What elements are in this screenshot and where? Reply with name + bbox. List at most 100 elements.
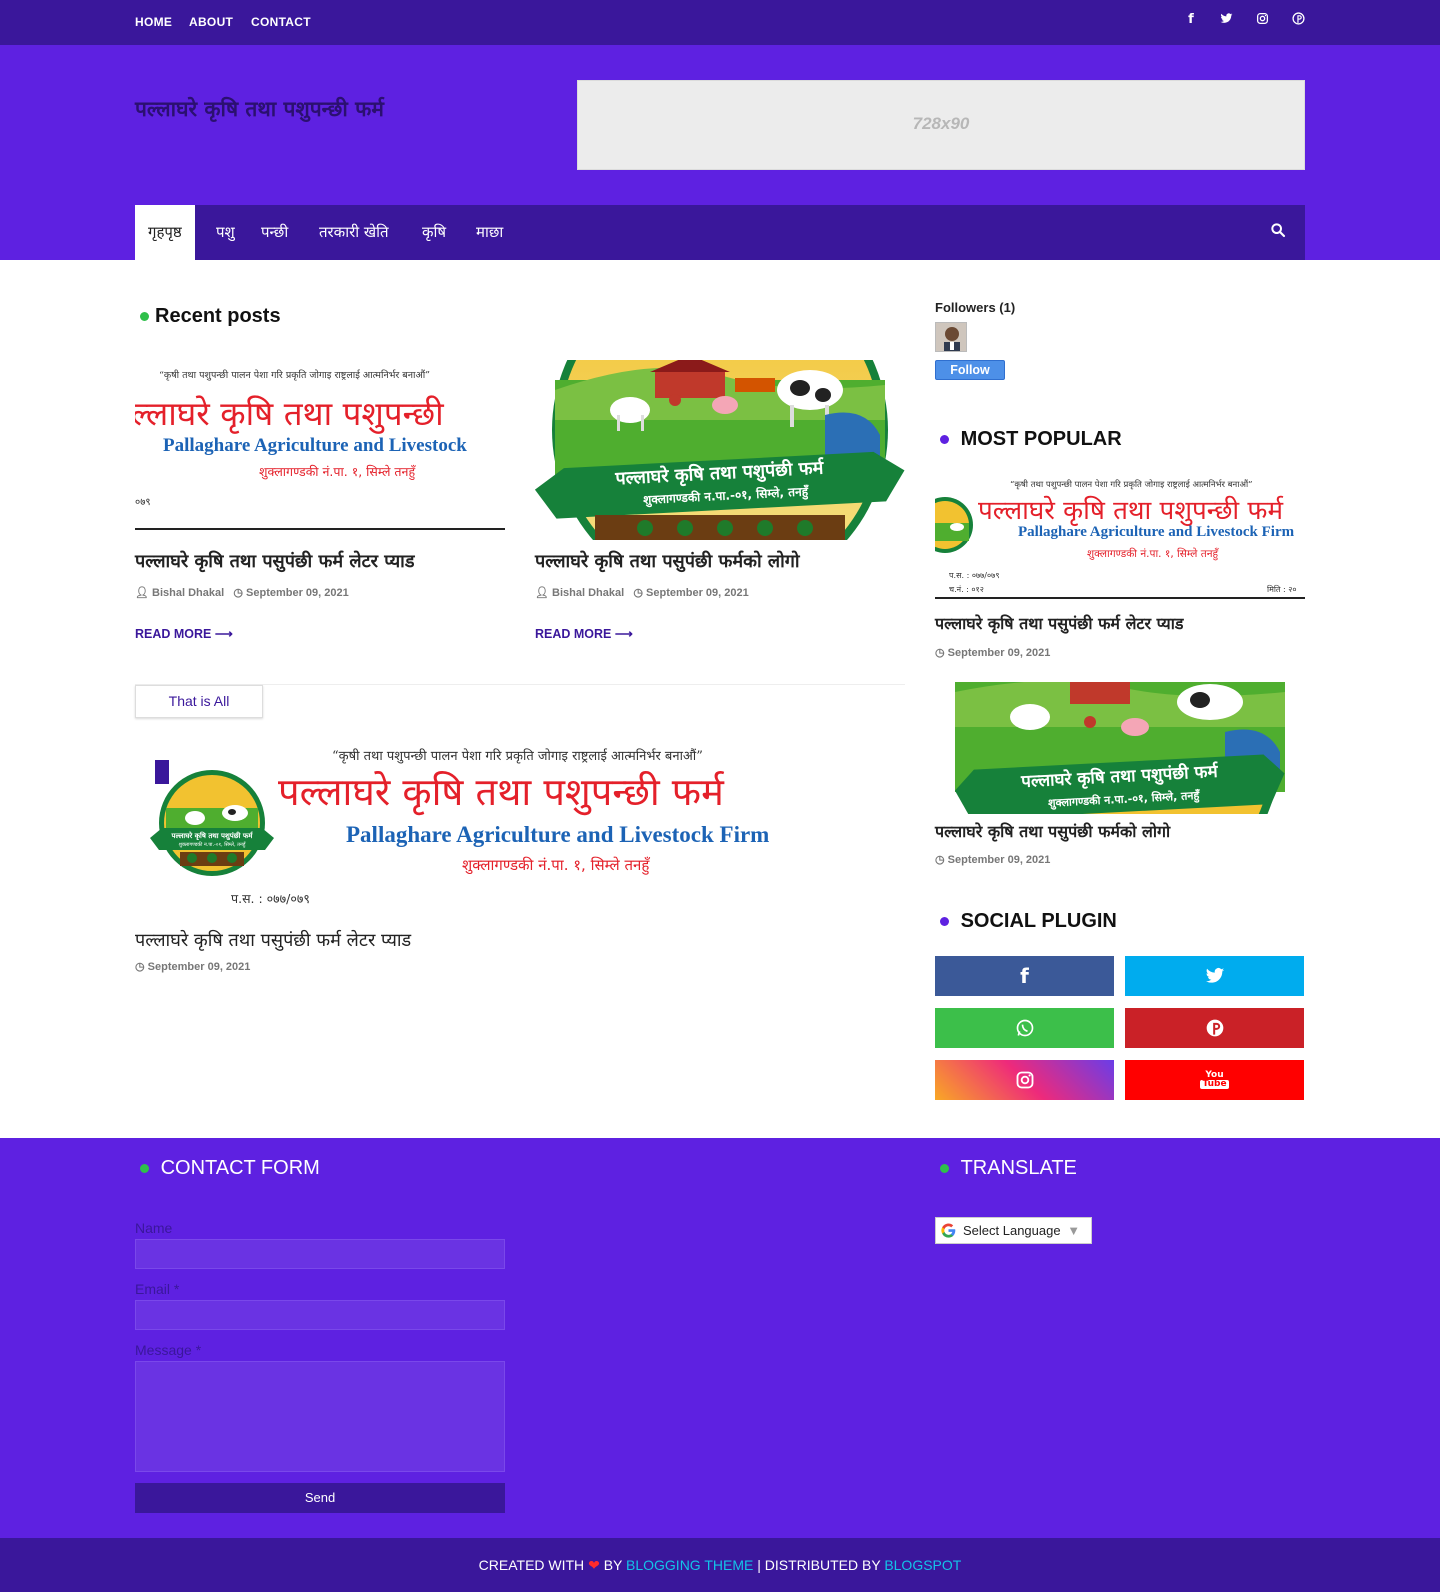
post-date: September 09, 2021	[947, 647, 1051, 659]
popular-thumbnail-letterpad[interactable]: “कृषी तथा पशुपन्छी पालन पेशा गरि प्रकृति…	[935, 477, 1305, 599]
user-icon: 👤︎	[535, 587, 549, 599]
nav-item-agriculture[interactable]: कृषि	[409, 205, 459, 260]
clock-icon: ◷	[935, 854, 945, 866]
nav-item-birds[interactable]: पन्छी	[248, 205, 301, 260]
pinterest-icon	[1206, 1019, 1223, 1037]
letterhead-ps: प.स. : ०७७/०७९	[949, 571, 1000, 580]
send-button[interactable]: Send	[135, 1483, 505, 1513]
featured-post-title[interactable]: पल्लाघरे कृषि तथा पसुपंछी फर्म लेटर प्या…	[135, 928, 411, 952]
topnav-about[interactable]: ABOUT	[189, 15, 233, 29]
message-textarea[interactable]	[135, 1361, 505, 1472]
email-input[interactable]	[135, 1300, 505, 1330]
email-label: Email *	[135, 1281, 179, 1297]
small-logo-ribbon: पल्लाघरे कृषि तथा पशुपंछी फर्म	[171, 831, 254, 841]
letterhead-address: शुक्लागण्डकी नं.पा. १, सिम्ले तनहुँ	[462, 856, 650, 874]
instagram-icon[interactable]	[1253, 12, 1271, 30]
heart-icon: ❤	[588, 1557, 600, 1573]
user-icon: 👤︎	[135, 587, 149, 599]
letterhead-motto: “कृषी तथा पशुपन्छी पालन पेशा गरि प्रकृति…	[1010, 480, 1253, 490]
instagram-button[interactable]	[935, 1060, 1114, 1100]
language-select[interactable]: Select Language ▼	[935, 1217, 1092, 1244]
facebook-button[interactable]: f	[935, 956, 1114, 996]
site-title[interactable]: पल्लाघरे कृषि तथा पशुपन्छी फर्म	[135, 95, 405, 123]
twitter-button[interactable]	[1125, 956, 1304, 996]
letterhead-name-np: पल्लाघरे कृषि तथा पशुपन्छी फर्म	[278, 770, 724, 814]
post-author[interactable]: Bishal Dhakal	[152, 587, 224, 599]
youtube-button[interactable]: You Tube	[1125, 1060, 1304, 1100]
popular-post-title[interactable]: पल्लाघरे कृषि तथा पसुपंछी फर्म लेटर प्या…	[935, 612, 1183, 634]
post-thumbnail-letterpad[interactable]: “कृषी तथा पशुपन्छी पालन पेशा गरि प्रकृति…	[135, 360, 505, 531]
nav-item-vegetable-farming[interactable]: तरकारी खेति	[306, 205, 402, 260]
pinterest-icon[interactable]	[1289, 12, 1307, 30]
heading-dot	[140, 312, 149, 322]
nav-item-fish[interactable]: माछा	[463, 205, 516, 260]
message-label-text: Message	[135, 1342, 192, 1358]
post-author[interactable]: Bishal Dhakal	[552, 587, 624, 599]
post-thumbnail-logo[interactable]: पल्लाघरे कृषि तथा पशुपंछी फर्म शुक्लागण्…	[535, 360, 905, 540]
letterhead-motto: “कृषी तथा पशुपन्छी पालन पेशा गरि प्रकृति…	[332, 749, 703, 764]
read-more-link[interactable]: READ MORE ⟶	[535, 626, 633, 641]
letterhead-rule	[135, 528, 505, 530]
pinterest-button[interactable]	[1125, 1008, 1304, 1048]
whatsapp-button[interactable]	[935, 1008, 1114, 1048]
popular-post-meta: ◷ September 09, 2021	[935, 646, 1050, 659]
post-meta: 👤︎ Bishal Dhakal ◷ September 09, 2021	[135, 586, 349, 599]
recent-posts-title: Recent posts	[155, 305, 281, 327]
nav-item-home[interactable]: गृहपृष्ठ	[135, 205, 195, 260]
clock-icon: ◷	[633, 587, 643, 599]
blogging-theme-link[interactable]: BLOGGING THEME	[626, 1557, 753, 1573]
ad-banner-label: 728x90	[912, 114, 970, 133]
letterhead-name-np: पल्लाघरे कृषि तथा पशुपन्छी फर्म	[978, 496, 1284, 526]
facebook-icon[interactable]: f	[1182, 12, 1200, 30]
post-date: September 09, 2021	[947, 854, 1051, 866]
post-title[interactable]: पल्लाघरे कृषि तथा पसुपंछी फर्मको लोगो	[535, 549, 800, 573]
post-title[interactable]: पल्लाघरे कृषि तथा पसुपंछी फर्म लेटर प्या…	[135, 549, 414, 573]
required-mark: *	[195, 1342, 202, 1358]
small-farm-logo: पल्लाघरे कृषि तथा पशुपंछी फर्म शुक्लागण्…	[150, 770, 274, 876]
topnav-contact[interactable]: CONTACT	[251, 15, 311, 29]
popular-thumbnail-logo[interactable]: पल्लाघरे कृषि तथा पशुपंछी फर्म शुक्लागण्…	[935, 682, 1305, 814]
heading-dot	[940, 1164, 949, 1174]
most-popular-heading: MOST POPULAR	[940, 428, 1122, 451]
nav-item-animals[interactable]: पशु	[203, 205, 248, 260]
language-select-label: Select Language	[963, 1223, 1061, 1238]
search-icon[interactable]	[1270, 222, 1290, 242]
google-icon	[940, 1222, 957, 1239]
letterhead-ps: प.स. : ०७७/०७९	[231, 891, 310, 906]
clock-icon: ◷	[233, 587, 243, 599]
youtube-icon-bottom: Tube	[1200, 1079, 1229, 1089]
clock-icon: ◷	[135, 961, 145, 973]
bottom-bar: CREATED WITH ❤ BY BLOGGING THEME | DISTR…	[0, 1538, 1440, 1592]
farm-logo-image: पल्लाघरे कृषि तथा पशुपंछी फर्म शुक्लागण्…	[535, 360, 905, 540]
read-more-link[interactable]: READ MORE ⟶	[135, 626, 233, 641]
letterhead-address: शुक्लागण्डकी नं.पा. १, सिम्ले तनहुँ	[259, 464, 416, 479]
by-text: BY	[603, 1557, 623, 1573]
that-is-all-button[interactable]: That is All	[135, 685, 263, 718]
followers-title: Followers (1)	[935, 300, 1016, 315]
whatsapp-icon	[1016, 1019, 1033, 1037]
popular-post-meta: ◷ September 09, 2021	[935, 853, 1050, 866]
letterhead-motto: “कृषी तथा पशुपन्छी पालन पेशा गरि प्रकृति…	[159, 370, 431, 381]
created-with-text: CREATED WITH	[478, 1557, 585, 1573]
topnav-home[interactable]: HOME	[135, 15, 172, 29]
blogspot-link[interactable]: BLOGSPOT	[884, 1557, 961, 1573]
post-date: September 09, 2021	[646, 587, 749, 599]
email-label-text: Email	[135, 1281, 171, 1297]
twitter-icon[interactable]	[1217, 12, 1235, 30]
follower-avatar[interactable]	[935, 322, 967, 352]
heading-dot	[940, 435, 949, 445]
letterhead-cha: च.नं. : ०१२	[949, 585, 984, 594]
popular-post-title[interactable]: पल्लाघरे कृषि तथा पसुपंछी फर्मको लोगो	[935, 820, 1170, 842]
translate-heading: TRANSLATE	[940, 1157, 1077, 1180]
translate-title: TRANSLATE	[960, 1157, 1077, 1179]
featured-letterhead-image[interactable]: पल्लाघरे कृषि तथा पशुपंछी फर्म शुक्लागण्…	[135, 740, 905, 920]
letterhead-name-np: ल्लाघरे कृषि तथा पशुपन्छी	[135, 394, 444, 433]
name-input[interactable]	[135, 1239, 505, 1269]
post-meta: 👤︎ Bishal Dhakal ◷ September 09, 2021	[535, 586, 749, 599]
arrow-right-icon: ⟶	[614, 627, 633, 641]
arrow-right-icon: ⟶	[214, 627, 233, 641]
follow-button[interactable]: Follow	[935, 360, 1005, 380]
chevron-down-icon: ▼	[1067, 1223, 1081, 1238]
name-label: Name	[135, 1220, 173, 1236]
twitter-icon	[1205, 968, 1224, 983]
